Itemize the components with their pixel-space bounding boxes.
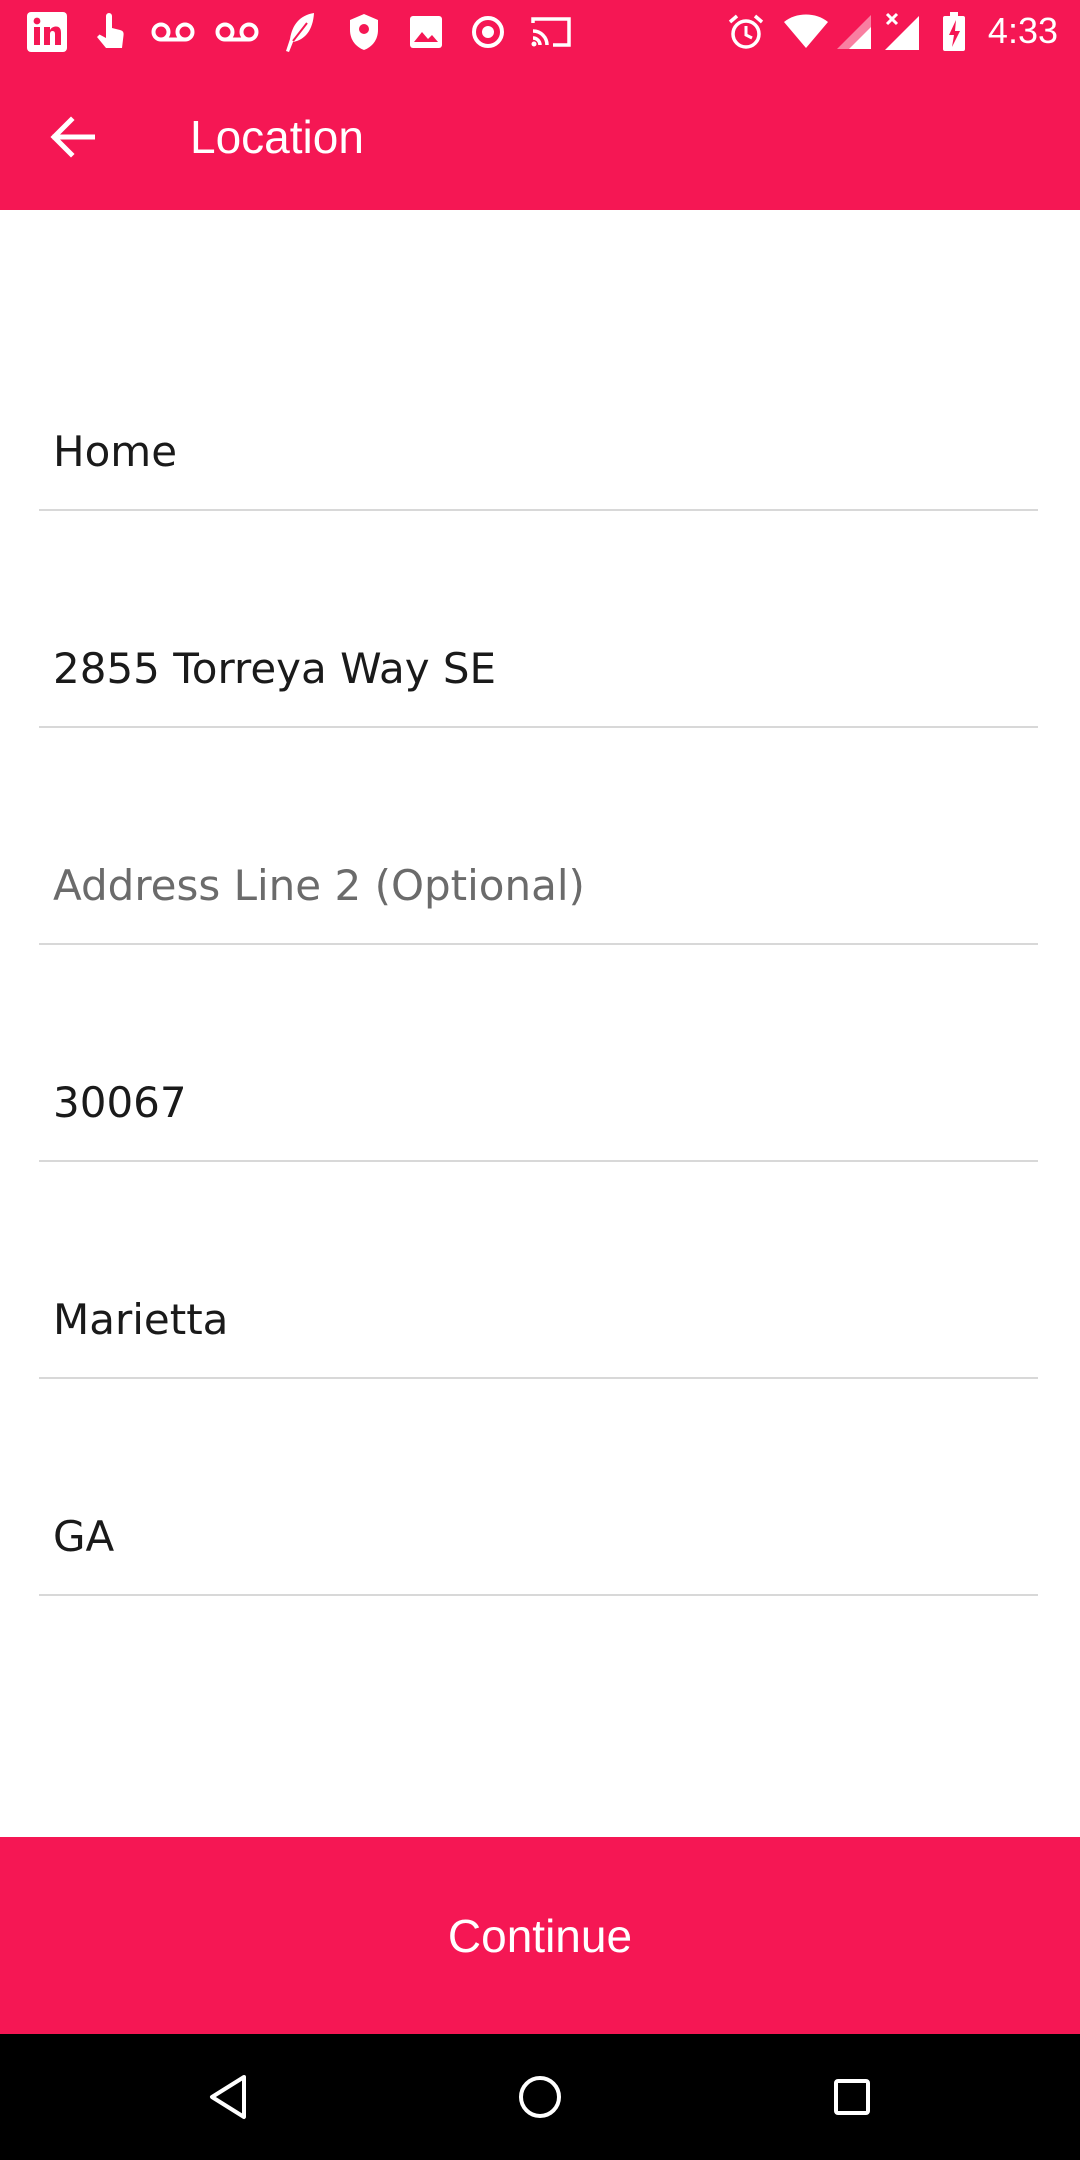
- label-field: [39, 411, 1038, 511]
- label-input[interactable]: [53, 423, 1013, 479]
- cast-icon: [528, 12, 574, 52]
- shield-icon: [344, 12, 384, 52]
- address-line-1-field: [39, 628, 1038, 728]
- signal-no-data-icon: [882, 12, 922, 52]
- status-bar: 4:33: [0, 0, 1080, 63]
- feather-icon: [280, 12, 320, 52]
- navigation-bar: [0, 2034, 1080, 2160]
- zip-input[interactable]: [53, 1074, 1013, 1130]
- image-icon: [406, 12, 446, 52]
- battery-charging-icon: [940, 12, 968, 52]
- wifi-icon: [782, 12, 830, 52]
- signal-icon: [834, 12, 874, 52]
- page-title: Location: [190, 111, 364, 163]
- status-time: 4:33: [987, 10, 1058, 51]
- state-field: [39, 1496, 1038, 1596]
- city-field: [39, 1279, 1038, 1379]
- app-bar: Location: [0, 63, 1080, 210]
- address-line-2-field: [39, 845, 1038, 945]
- linkedin-icon: [24, 12, 70, 52]
- nav-home-icon[interactable]: [508, 2065, 572, 2129]
- voicemail-icon: [150, 12, 196, 52]
- nav-back-icon[interactable]: [196, 2065, 260, 2129]
- touch-icon: [92, 12, 132, 52]
- back-button[interactable]: [36, 101, 108, 173]
- city-input[interactable]: [53, 1291, 1013, 1347]
- address-line-2-input[interactable]: [53, 857, 1013, 913]
- record-icon: [468, 12, 508, 52]
- voicemail-icon: [214, 12, 260, 52]
- continue-button[interactable]: Continue: [0, 1837, 1080, 2034]
- nav-recents-icon[interactable]: [820, 2065, 884, 2129]
- address-line-1-input[interactable]: [53, 640, 1013, 696]
- state-input[interactable]: [53, 1508, 1013, 1564]
- arrow-back-icon: [50, 116, 95, 158]
- alarm-icon: [724, 12, 768, 52]
- zip-field: [39, 1062, 1038, 1162]
